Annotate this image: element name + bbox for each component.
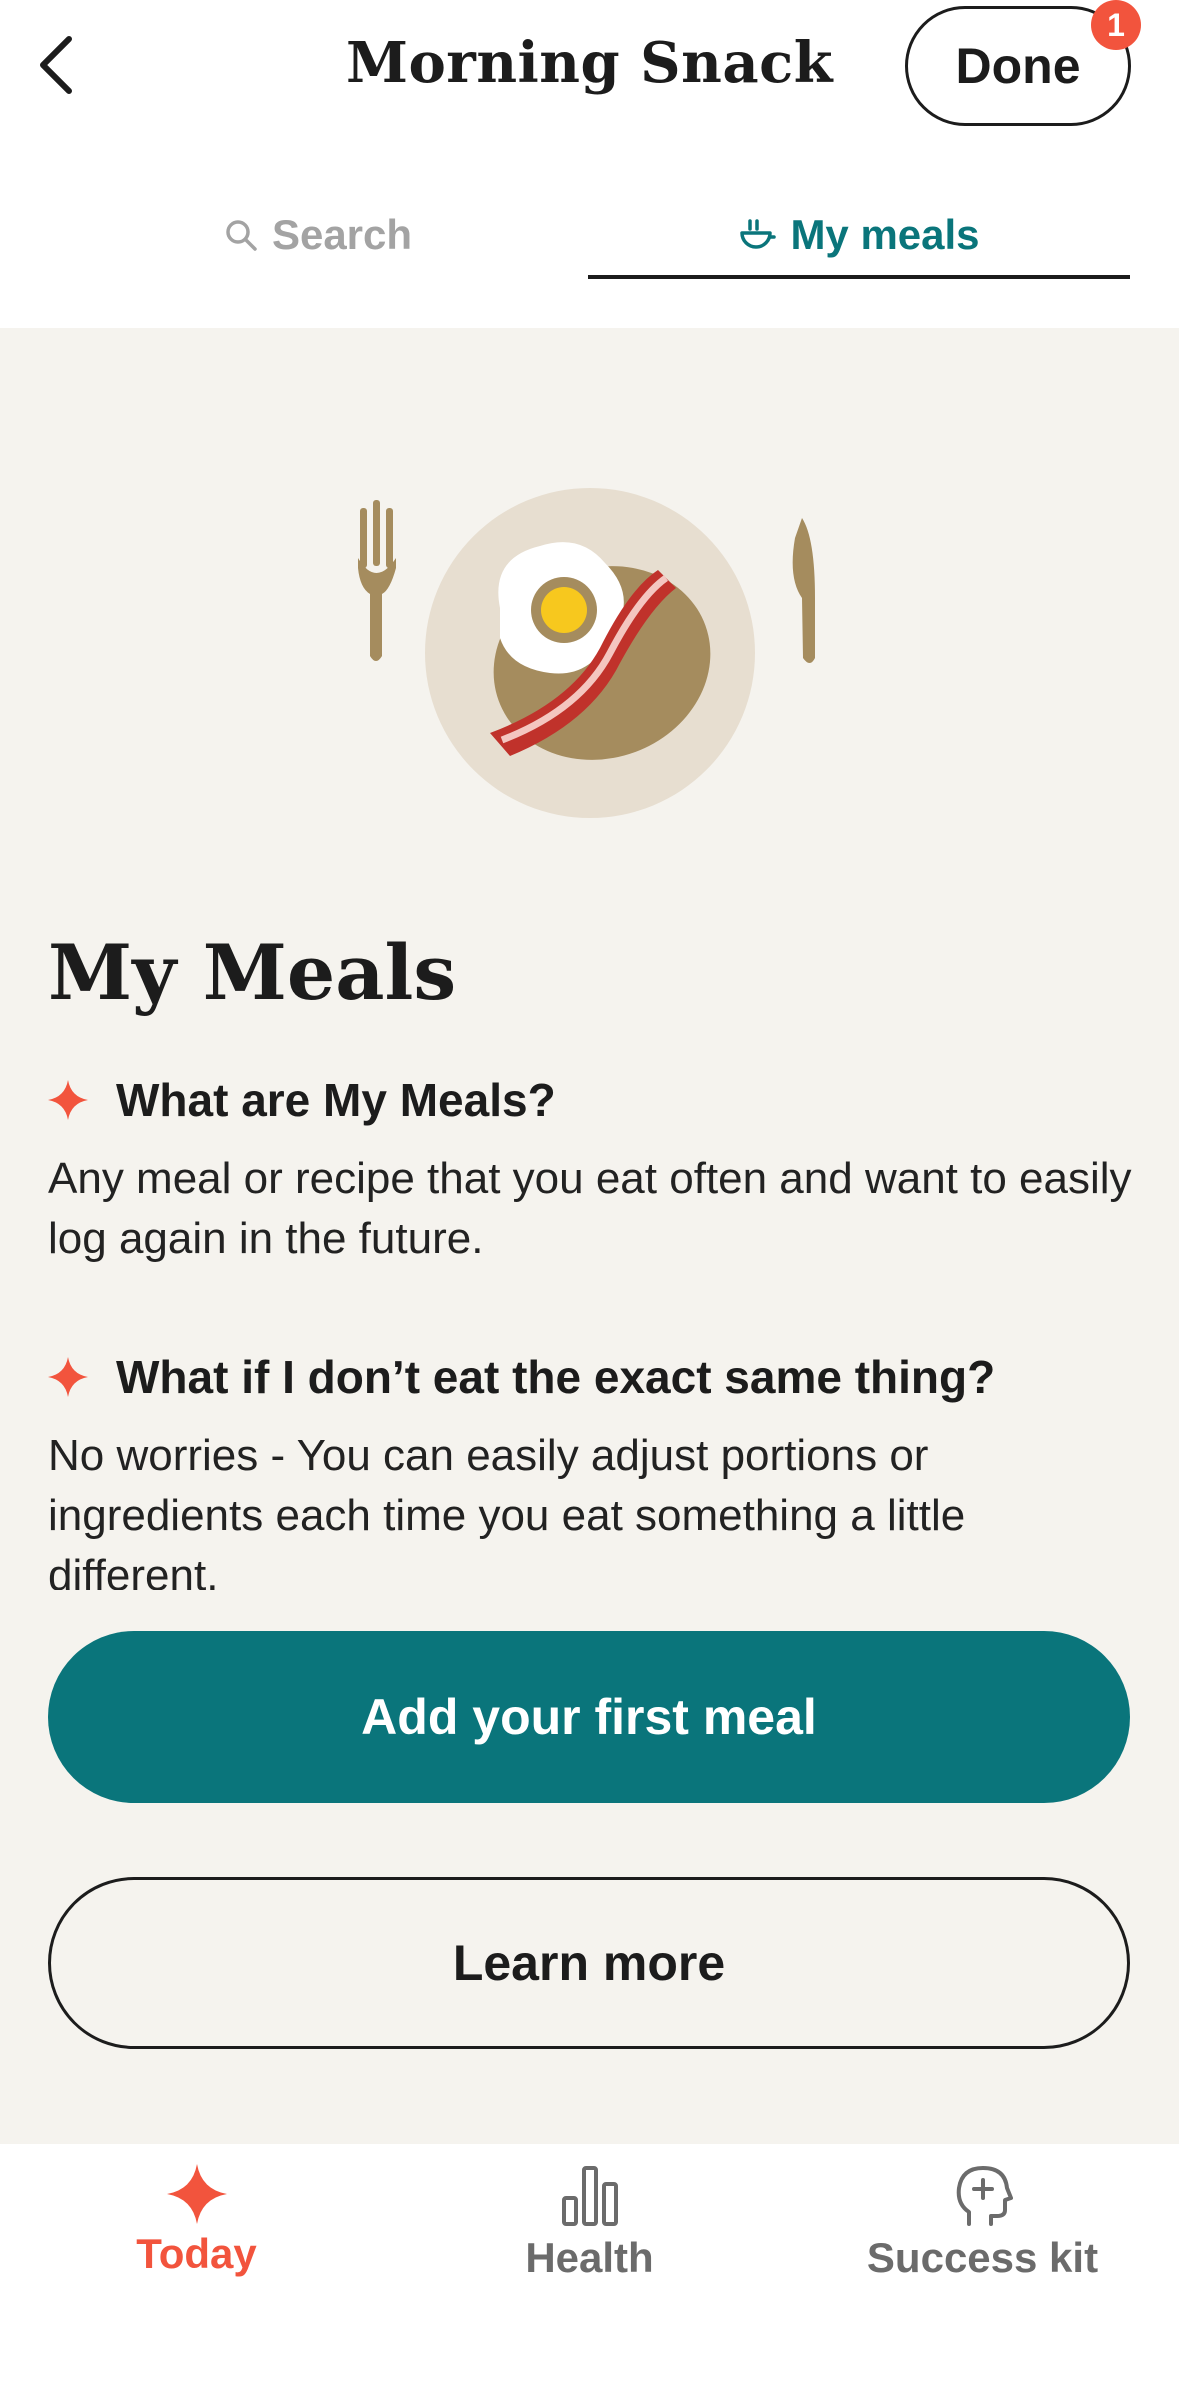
active-tab-indicator: [588, 275, 1130, 279]
nav-item-today[interactable]: Today: [0, 2164, 393, 2304]
sparkle-icon: [48, 1080, 88, 1120]
nav-item-label: Health: [525, 2234, 654, 2281]
bowl-icon: [740, 219, 777, 249]
nav-item-label: Success kit: [866, 2234, 1099, 2281]
tab-bar: Search My meals: [0, 190, 1179, 330]
tab-my-meals-label: My meals: [790, 211, 980, 258]
sparkle-icon: [48, 1357, 88, 1397]
learn-more-button[interactable]: Learn more: [48, 1877, 1130, 2049]
faq-item: What are My Meals? Any meal or recipe th…: [48, 1073, 1138, 1269]
notification-badge: 1: [1091, 0, 1141, 50]
tab-search-label: Search: [271, 211, 413, 258]
bottom-nav: Today Health Success kit: [0, 2144, 1179, 2396]
faq-question-row: What if I don’t eat the exact same thing…: [48, 1350, 1138, 1404]
nav-item-label: Today: [136, 2230, 257, 2277]
tab-search[interactable]: Search: [48, 190, 588, 280]
search-icon: [226, 220, 257, 251]
faq-answer: No worries - You can easily adjust porti…: [48, 1431, 966, 1590]
top-bar: Morning Snack Done 1: [0, 0, 1179, 170]
sparkle-icon: [166, 2164, 227, 2224]
faq-question: What are My Meals?: [116, 1074, 556, 1126]
tab-my-meals[interactable]: My meals: [588, 190, 1130, 280]
bar-chart-icon: [561, 2166, 618, 2226]
faq-question: What if I don’t eat the exact same thing…: [116, 1351, 996, 1403]
add-first-meal-button[interactable]: Add your first meal: [48, 1631, 1130, 1803]
head-plus-icon: [956, 2166, 1013, 2226]
faq-item: What if I don’t eat the exact same thing…: [48, 1350, 1138, 1590]
section-title: My Meals: [48, 928, 457, 1017]
faq-answer: Any meal or recipe that you eat often an…: [48, 1154, 1132, 1263]
faq-question-row: What are My Meals?: [48, 1073, 1138, 1127]
main-content: My Meals What are My Meals? Any meal or …: [0, 328, 1179, 2144]
meal-plate-illustration: [358, 488, 815, 818]
nav-item-health[interactable]: Health: [393, 2164, 786, 2304]
nav-item-success-kit[interactable]: Success kit: [786, 2164, 1179, 2304]
